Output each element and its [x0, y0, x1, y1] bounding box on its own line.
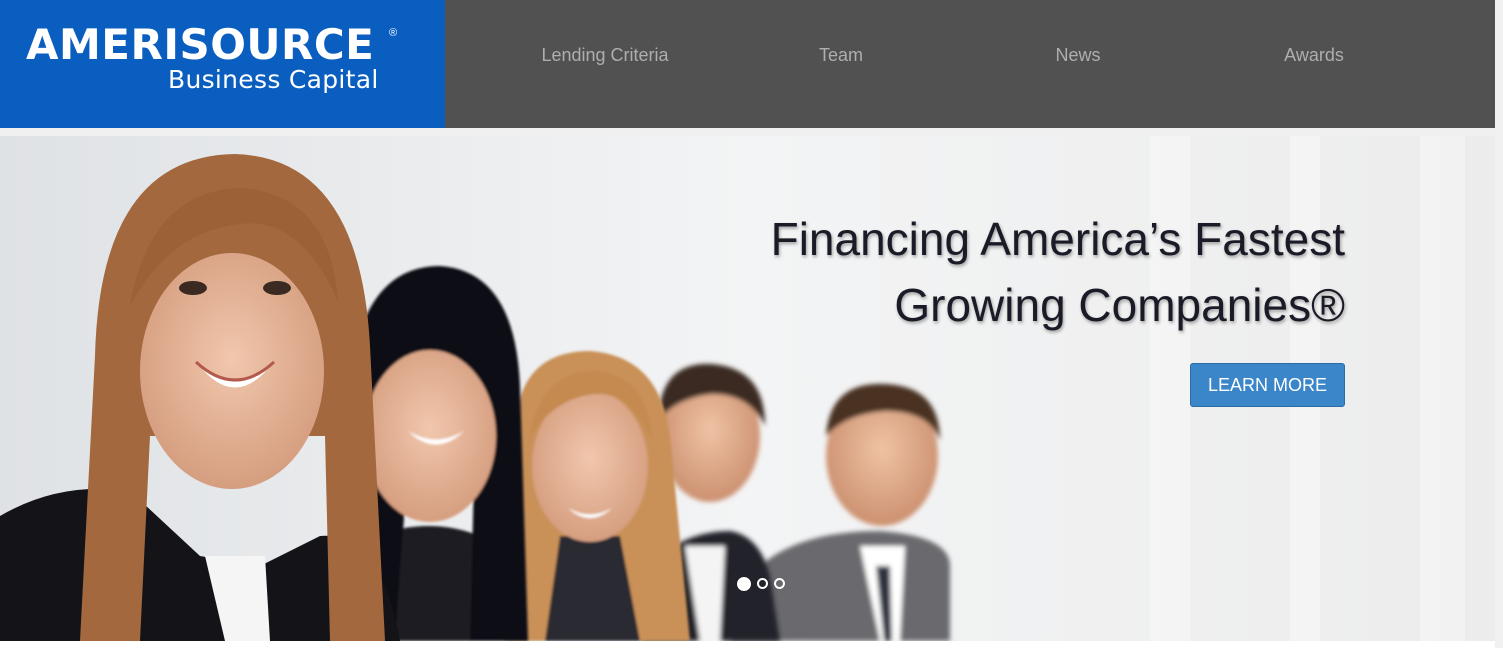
main-nav: Lending Criteria Team News Awards [445, 0, 1495, 128]
carousel-dot-1[interactable] [737, 577, 751, 591]
hero-carousel: Financing America’s Fastest Growing Comp… [0, 136, 1495, 641]
registered-mark: ® [389, 27, 398, 39]
carousel-dot-3[interactable] [774, 578, 785, 589]
site-header: AMERISOURCE ® Business Capital Lending C… [0, 0, 1495, 128]
nav-item-awards[interactable]: Awards [1284, 44, 1344, 66]
carousel-indicators [737, 577, 785, 594]
page-bottom [0, 641, 1495, 648]
hero-headline-line-2: Growing Companies® [894, 279, 1345, 331]
page-scrollbar[interactable] [1495, 0, 1503, 648]
hero-headline: Financing America’s Fastest Growing Comp… [771, 206, 1345, 338]
header-divider [0, 128, 1495, 136]
hero-headline-line-1: Financing America’s Fastest [770, 213, 1345, 265]
learn-more-button[interactable]: LEARN MORE [1190, 363, 1345, 407]
nav-item-team[interactable]: Team [819, 44, 863, 66]
nav-item-news[interactable]: News [1055, 44, 1100, 66]
brand-tagline: Business Capital [168, 65, 379, 94]
brand-logo[interactable]: AMERISOURCE ® Business Capital [0, 0, 445, 128]
brand-name: AMERISOURCE [26, 20, 375, 69]
nav-item-lending-criteria[interactable]: Lending Criteria [541, 44, 668, 66]
carousel-dot-2[interactable] [757, 578, 768, 589]
